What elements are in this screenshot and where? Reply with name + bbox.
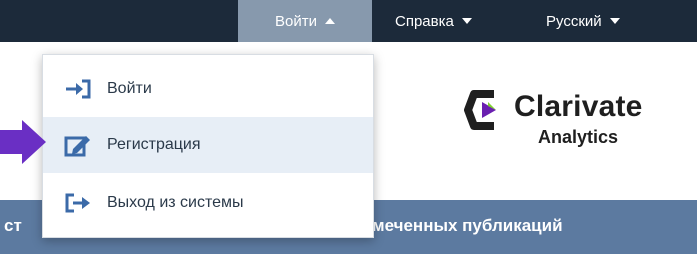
help-menu-toggle[interactable]: Справка	[389, 0, 511, 42]
band-left-text: ст	[4, 216, 22, 235]
menu-item-label: Выход из системы	[107, 194, 244, 211]
menu-item-register[interactable]: Регистрация	[43, 117, 373, 173]
login-dropdown-menu: Войти Регистрация Выход из системы	[42, 54, 374, 238]
menu-item-sign-out[interactable]: Выход из системы	[43, 175, 373, 231]
edit-register-icon	[63, 132, 93, 158]
language-menu-toggle[interactable]: Русский	[540, 0, 690, 42]
clarivate-logo-mark-icon	[464, 90, 496, 130]
clarivate-logo[interactable]: Clarivate Analytics	[460, 82, 670, 152]
caret-up-icon	[324, 18, 335, 24]
help-menu-label: Справка	[395, 12, 454, 30]
login-menu-label: Войти	[275, 12, 317, 30]
logo-subtitle: Analytics	[538, 127, 619, 147]
caret-down-icon	[609, 18, 620, 24]
menu-item-label: Войти	[107, 80, 152, 97]
sign-in-icon	[63, 76, 93, 102]
menu-item-sign-in[interactable]: Войти	[43, 61, 373, 117]
language-menu-label: Русский	[546, 12, 602, 30]
login-menu-toggle[interactable]: Войти	[238, 0, 372, 42]
marked-list-link[interactable]: меченных публикаций	[372, 216, 563, 236]
top-navigation-bar: Войти Справка Русский	[0, 0, 697, 42]
logo-name: Clarivate	[514, 90, 643, 123]
menu-item-label: Регистрация	[107, 136, 201, 153]
caret-down-icon	[461, 18, 472, 24]
pointer-arrow-icon	[0, 118, 50, 168]
sign-out-icon	[63, 190, 93, 216]
